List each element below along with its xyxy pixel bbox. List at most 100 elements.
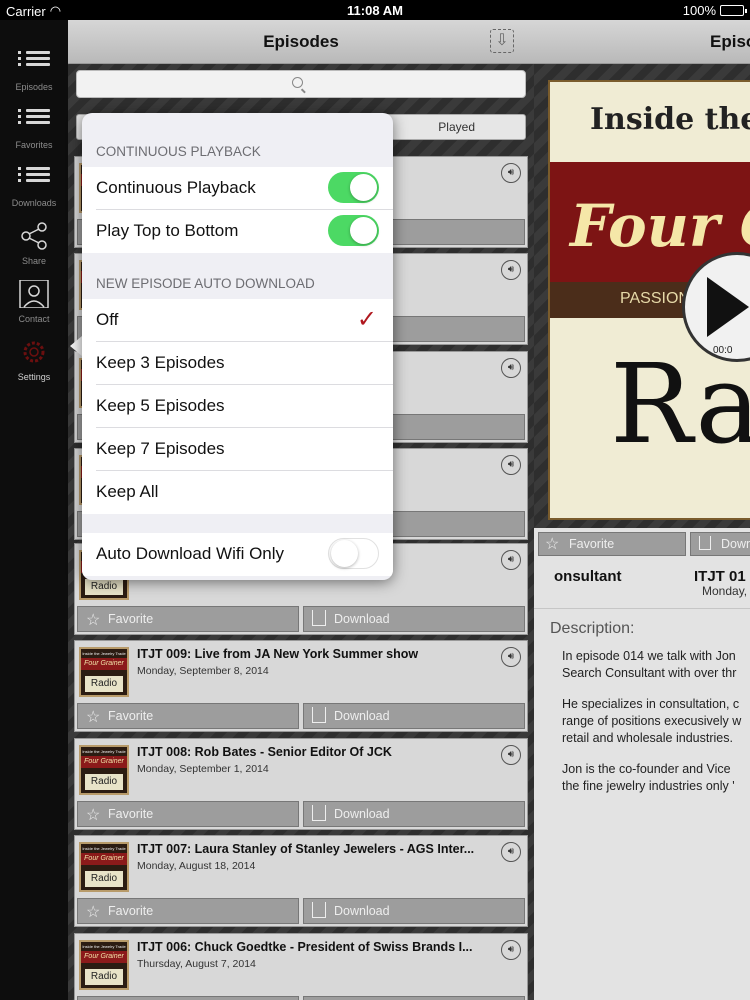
detail-nav-bar: Episo [534,20,750,64]
star-list-icon [18,106,50,134]
search-input[interactable] [76,70,526,98]
tab-share[interactable]: Share [0,206,68,266]
favorite-button[interactable]: ☆Favorite [77,996,299,1000]
auto-download-option[interactable]: Keep 5 Episodes [82,385,393,428]
episode-thumbnail: Inside the Jewelry Trade Four Grainer Radi… [79,647,129,697]
episode-guest: onsultant [554,568,622,585]
download-icon [312,805,326,821]
description-text: In episode 014 we talk with Jon Search Co… [562,648,750,809]
description-line: the fine jewelry industries only ' [562,779,735,793]
gear-icon [18,338,50,366]
star-icon: ☆ [86,612,101,629]
option-label: Keep All [96,482,159,501]
speaker-icon[interactable]: 🔊︎ [501,455,521,475]
wifi-only-toggle[interactable] [328,538,379,569]
download-icon [312,610,326,626]
thumb-radio-text: Radio [85,676,123,692]
thumb-small-text: Inside the Jewelry Trade [82,749,126,754]
favorite-label: Favorite [108,612,154,626]
download-button[interactable]: Download [303,606,525,632]
battery-icon [720,5,747,16]
episode-date: Monday, [702,584,748,598]
segment-played[interactable]: Played [438,120,475,134]
episode-thumbnail: Inside the Jewelry Trade Four Grainer Radi… [79,940,129,990]
play-top-to-bottom-toggle[interactable] [328,215,379,246]
star-icon: ☆ [86,807,101,824]
thumb-script-text: Four Grainer [81,658,127,670]
detail-download-button[interactable]: Down [690,532,750,556]
download-button[interactable]: Download [303,898,525,924]
continuous-playback-toggle[interactable] [328,172,379,203]
detail-favorite-button[interactable]: ☆ Favorite [538,532,686,556]
episode-date: Monday, August 18, 2014 [137,860,256,872]
tab-settings[interactable]: Settings [0,322,68,382]
episode-date: Thursday, August 7, 2014 [137,958,256,970]
description-line: In episode 014 we talk with Jon [562,649,736,663]
auto-download-option[interactable]: Keep 3 Episodes [82,342,393,385]
tab-label: Settings [17,372,51,382]
speaker-icon[interactable]: 🔊︎ [501,842,521,862]
download-icon [312,707,326,723]
episode-thumbnail: Inside the Jewelry Trade Four Grainer Radi… [79,842,129,892]
speaker-icon[interactable]: 🔊︎ [501,163,521,183]
status-bar: Carrier ◠ 11:08 AM 100% [0,0,750,20]
tab-favorites[interactable]: Favorites [0,90,68,150]
tab-downloads[interactable]: Downloads [0,148,68,208]
thumb-small-text: Inside the Jewelry Trade [82,651,126,656]
episode-card[interactable]: Inside the Jewelry Trade Four Grainer Radi… [74,933,528,1000]
favorite-button[interactable]: ☆Favorite [77,898,299,924]
tab-contact[interactable]: Contact [0,264,68,324]
play-time: 00:0 [713,345,733,356]
description-label: Description: [550,620,635,637]
tab-bar: Episodes Favorites Downloads Share Conta… [0,20,68,1000]
battery-percent: 100% [682,3,716,18]
settings-popover: CONTINUOUS PLAYBACK Continuous Playback … [82,113,393,580]
play-top-to-bottom-row: Play Top to Bottom [82,210,393,253]
speaker-icon[interactable]: 🔊︎ [501,940,521,960]
thumb-small-text: Inside the Jewelry Trade [82,846,126,851]
auto-download-option[interactable]: Keep 7 Episodes [82,428,393,471]
popover-arrow [70,336,82,356]
episode-title: ITJT 006: Chuck Goedtke - President of S… [137,940,473,954]
thumb-script-text: Four Grainer [81,951,127,963]
download-all-icon[interactable]: ⇩ [490,29,514,53]
star-icon: ☆ [86,709,101,726]
description-line: range of positions execusively w [562,714,742,728]
episode-detail-panel: Episo Inside the J Four G PASSION - J Ra… [534,20,750,1000]
episode-artwork: Inside the J Four G PASSION - J Rad 00:0 [534,64,750,528]
episode-date: Monday, September 8, 2014 [137,665,269,677]
speaker-icon[interactable]: 🔊︎ [501,647,521,667]
download-label: Download [334,612,390,626]
download-button[interactable]: Download [303,703,525,729]
clock: 11:08 AM [347,3,403,18]
tab-episodes[interactable]: Episodes [0,32,68,92]
speaker-icon[interactable]: 🔊︎ [501,260,521,280]
search-icon [292,77,303,88]
episode-card[interactable]: Inside the Jewelry Trade Four Grainer Radi… [74,640,528,732]
speaker-icon[interactable]: 🔊︎ [501,550,521,570]
speaker-icon[interactable]: 🔊︎ [501,358,521,378]
auto-download-option[interactable]: Keep All [82,471,393,514]
thumb-small-text: Inside the Jewelry Trade [82,944,126,949]
share-icon [18,222,50,250]
episode-title: ITJT 009: Live from JA New York Summer s… [137,647,419,661]
wifi-only-row: Auto Download Wifi Only [82,533,393,576]
thumb-radio-text: Radio [85,774,123,790]
section-header-continuous: CONTINUOUS PLAYBACK [96,144,261,159]
favorite-label: Favorite [108,709,154,723]
auto-download-option[interactable]: Off ✓ [82,299,393,342]
episode-card[interactable]: Inside the Jewelry Trade Four Grainer Radi… [74,835,528,927]
description-paragraph: He specializes in consultation, c range o… [562,696,750,747]
download-button[interactable]: Download [303,996,525,1000]
checkmark-icon: ✓ [356,306,377,333]
download-button[interactable]: Download [303,801,525,827]
download-icon [312,902,326,918]
favorite-button[interactable]: ☆ Favorite [77,606,299,632]
speaker-icon[interactable]: 🔊︎ [501,745,521,765]
description-line: Search Consultant with over thr [562,666,737,680]
favorite-button[interactable]: ☆Favorite [77,801,299,827]
favorite-button[interactable]: ☆ Favorite [77,703,299,729]
divider [534,608,750,609]
episode-card[interactable]: Inside the Jewelry Trade Four Grainer Radi… [74,738,528,830]
option-label: Keep 5 Episodes [96,396,225,415]
